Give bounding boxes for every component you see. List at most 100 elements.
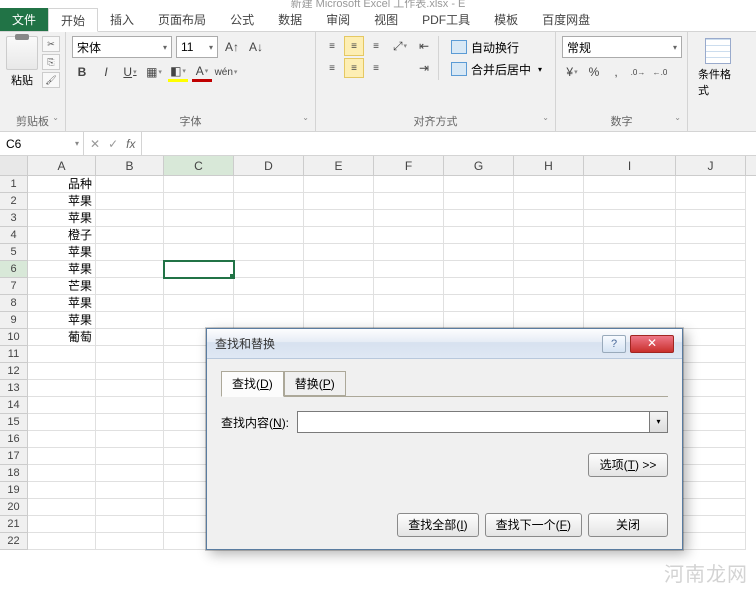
find-next-button[interactable]: 查找下一个(F) (485, 513, 582, 537)
cell[interactable] (304, 278, 374, 295)
column-header[interactable]: B (96, 156, 164, 175)
column-header[interactable]: D (234, 156, 304, 175)
row-header[interactable]: 8 (0, 295, 28, 312)
cell[interactable] (96, 176, 164, 193)
cell[interactable] (584, 278, 676, 295)
cell[interactable] (96, 193, 164, 210)
close-button[interactable]: 关闭 (588, 513, 668, 537)
row-header[interactable]: 18 (0, 465, 28, 482)
cell[interactable] (96, 244, 164, 261)
column-header[interactable]: I (584, 156, 676, 175)
cut-button[interactable]: ✂ (42, 36, 60, 52)
tab-baidu[interactable]: 百度网盘 (530, 7, 602, 31)
cell[interactable] (676, 278, 746, 295)
italic-button[interactable]: I (96, 62, 116, 82)
cell[interactable] (96, 380, 164, 397)
cell[interactable] (444, 227, 514, 244)
row-header[interactable]: 13 (0, 380, 28, 397)
align-middle-button[interactable]: ≡ (344, 36, 364, 56)
tab-file[interactable]: 文件 (0, 7, 48, 31)
cell[interactable] (304, 210, 374, 227)
tab-pdf[interactable]: PDF工具 (410, 7, 482, 31)
select-all-corner[interactable] (0, 156, 28, 175)
cell[interactable] (96, 346, 164, 363)
cell[interactable] (444, 278, 514, 295)
cell[interactable] (374, 312, 444, 329)
cell[interactable] (374, 244, 444, 261)
column-header[interactable]: A (28, 156, 96, 175)
cell[interactable] (676, 482, 746, 499)
options-button[interactable]: 选项(T) >> (588, 453, 668, 477)
cell[interactable] (514, 193, 584, 210)
decrease-decimal-button[interactable]: ←.0 (650, 62, 670, 82)
align-right-button[interactable]: ≡ (366, 58, 386, 78)
cell[interactable]: 苹果 (28, 312, 96, 329)
cell[interactable] (96, 533, 164, 550)
row-header[interactable]: 6 (0, 261, 28, 278)
cancel-formula-button[interactable]: ✕ (90, 137, 100, 151)
cell[interactable] (28, 397, 96, 414)
cell[interactable] (514, 176, 584, 193)
formula-input[interactable] (142, 132, 756, 155)
row-header[interactable]: 1 (0, 176, 28, 193)
cell[interactable] (374, 295, 444, 312)
column-header[interactable]: J (676, 156, 746, 175)
row-header[interactable]: 7 (0, 278, 28, 295)
row-header[interactable]: 3 (0, 210, 28, 227)
cell[interactable] (676, 431, 746, 448)
cell[interactable] (584, 193, 676, 210)
cell[interactable] (676, 397, 746, 414)
cell[interactable] (444, 295, 514, 312)
cell[interactable] (676, 499, 746, 516)
cell[interactable] (584, 244, 676, 261)
cell[interactable] (28, 380, 96, 397)
cell[interactable] (676, 448, 746, 465)
cell[interactable] (28, 516, 96, 533)
cell[interactable] (234, 210, 304, 227)
border-button[interactable]: ▦ (144, 62, 164, 82)
column-header[interactable]: G (444, 156, 514, 175)
cell[interactable] (676, 363, 746, 380)
cell[interactable] (584, 227, 676, 244)
cell[interactable] (96, 312, 164, 329)
cell[interactable] (164, 227, 234, 244)
cell[interactable] (164, 261, 234, 278)
cell[interactable] (514, 312, 584, 329)
cell[interactable] (374, 176, 444, 193)
cell[interactable] (28, 363, 96, 380)
cell[interactable] (164, 210, 234, 227)
cell[interactable] (28, 431, 96, 448)
row-header[interactable]: 2 (0, 193, 28, 210)
font-name-combo[interactable]: 宋体 (72, 36, 172, 58)
cell[interactable] (514, 261, 584, 278)
cell[interactable] (28, 346, 96, 363)
enter-formula-button[interactable]: ✓ (108, 137, 118, 151)
row-header[interactable]: 15 (0, 414, 28, 431)
cell[interactable] (28, 499, 96, 516)
align-left-button[interactable]: ≡ (322, 58, 342, 78)
cell[interactable] (304, 312, 374, 329)
cell[interactable] (96, 516, 164, 533)
cell[interactable] (444, 210, 514, 227)
font-size-combo[interactable]: 11 (176, 36, 218, 58)
cell[interactable] (164, 193, 234, 210)
cell[interactable] (676, 193, 746, 210)
cell[interactable]: 苹果 (28, 244, 96, 261)
phonetic-button[interactable]: wén (216, 62, 236, 82)
row-header[interactable]: 11 (0, 346, 28, 363)
decrease-font-button[interactable]: A↓ (246, 37, 266, 57)
format-painter-button[interactable]: 🖌 (42, 72, 60, 88)
row-header[interactable]: 4 (0, 227, 28, 244)
cell[interactable] (304, 295, 374, 312)
cell[interactable] (234, 261, 304, 278)
cell[interactable]: 品种 (28, 176, 96, 193)
tab-pagelayout[interactable]: 页面布局 (146, 7, 218, 31)
cell[interactable] (28, 533, 96, 550)
cell[interactable] (676, 227, 746, 244)
dialog-close-button[interactable]: ✕ (630, 335, 674, 353)
find-all-button[interactable]: 查找全部(I) (397, 513, 478, 537)
cell[interactable] (444, 193, 514, 210)
name-box[interactable]: C6 (0, 132, 84, 155)
cell[interactable] (234, 227, 304, 244)
cell[interactable] (584, 176, 676, 193)
